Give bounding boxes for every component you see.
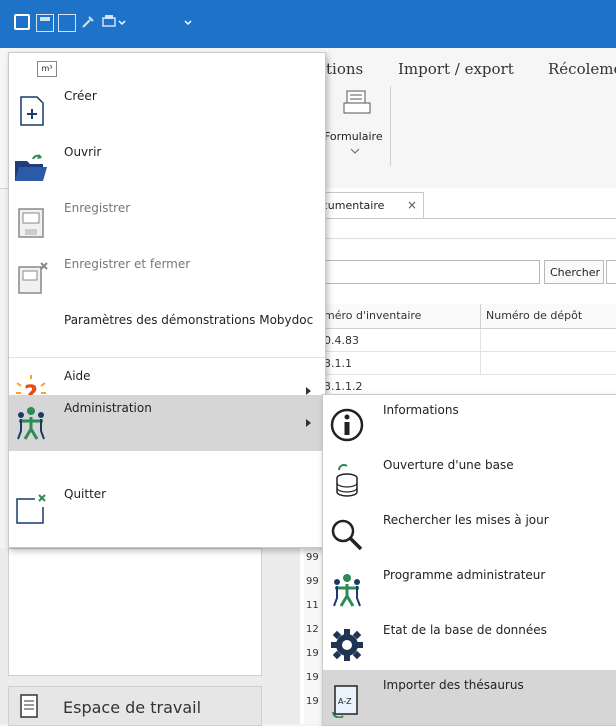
secondary-button[interactable]	[606, 260, 616, 284]
row-stub: 12	[306, 624, 319, 635]
menu-item-parametres[interactable]: Paramètres des démonstrations Mobydoc	[9, 307, 325, 363]
magnifier-icon	[331, 519, 363, 551]
gear-icon	[331, 629, 363, 661]
info-icon	[330, 408, 364, 442]
save-icon	[18, 208, 44, 238]
save-close-icon	[18, 262, 48, 294]
submenu-item-importer-thesaurus[interactable]: A-Z Importer des thésaurus	[323, 670, 616, 725]
search-button-label: Chercher	[550, 266, 601, 279]
row-stub: 19	[306, 648, 319, 659]
save-icon[interactable]	[36, 14, 54, 32]
menu-item-quitter[interactable]: Quitter	[9, 481, 325, 537]
navigation-pane: Espace de travail	[0, 548, 300, 726]
menu-item-enregistrer: Enregistrer	[9, 195, 325, 251]
menu-item-label: Enregistrer	[64, 201, 131, 215]
app-logo-icon[interactable]	[14, 14, 30, 30]
app-logo-icon: m³	[37, 61, 57, 77]
formulaire-label: Formulaire	[324, 130, 383, 143]
row-stub: 11	[306, 600, 319, 611]
menu-item-ouvrir[interactable]: Ouvrir	[9, 139, 325, 195]
workspace-button[interactable]: Espace de travail	[8, 686, 262, 726]
table-cell: 3.1.1.2	[324, 380, 363, 393]
menu-item-label: Paramètres des démonstrations Mobydoc	[64, 313, 314, 327]
submenu-item-etat-base[interactable]: Etat de la base de données	[323, 615, 616, 670]
menu-item-label: Quitter	[64, 487, 107, 501]
title-bar	[0, 0, 616, 48]
customize-toolbar-icon[interactable]	[180, 14, 196, 30]
submenu-item-informations[interactable]: Informations	[323, 395, 616, 450]
table-row[interactable]: 0.4.83	[300, 329, 616, 352]
submenu-item-label: Ouverture d'une base	[383, 458, 514, 472]
menu-item-enregistrer-fermer: Enregistrer et fermer	[9, 251, 325, 307]
toolbar-divider	[300, 238, 616, 239]
ribbon-divider	[390, 86, 391, 166]
menu-item-creer[interactable]: Créer	[9, 83, 325, 139]
tab-divider	[300, 218, 616, 219]
menu-item-label: Administration	[64, 401, 152, 415]
table-cell: 3.1.1	[324, 357, 352, 370]
submenu-item-label: Importer des thésaurus	[383, 678, 524, 692]
menu-item-label: Ouvrir	[64, 145, 102, 159]
menu-item-label: Aide	[64, 369, 91, 383]
print-icon[interactable]	[102, 14, 128, 30]
submenu-item-label: Programme administrateur	[383, 568, 546, 582]
menu-item-label: Créer	[64, 89, 97, 103]
menu-item-label: Enregistrer et fermer	[64, 257, 191, 271]
form-print-icon	[343, 90, 371, 114]
document-tab[interactable]: ocumentaire ×	[310, 192, 424, 219]
svg-text:A-Z: A-Z	[338, 697, 352, 706]
workspace-label: Espace de travail	[63, 698, 202, 717]
table-cell: 0.4.83	[324, 334, 359, 347]
thesaurus-import-icon: A-Z	[332, 685, 358, 718]
admin-people-icon	[17, 407, 45, 440]
submenu-item-ouverture-base[interactable]: Ouverture d'une base	[323, 450, 616, 505]
search-input[interactable]	[300, 260, 540, 284]
save-close-icon[interactable]	[58, 14, 76, 32]
submenu-item-programme-admin[interactable]: Programme administrateur	[323, 560, 616, 615]
row-stub: 99	[306, 576, 319, 587]
row-stub-column: 99 99 11 12 19 19 19	[304, 548, 323, 724]
search-button[interactable]: Chercher	[544, 260, 604, 284]
column-header[interactable]: méro d'inventaire	[324, 309, 421, 322]
row-stub: 19	[306, 672, 319, 683]
menu-separator	[9, 357, 325, 358]
navigation-panel	[8, 548, 262, 676]
database-open-icon	[336, 464, 358, 497]
submenu-arrow-icon	[306, 419, 311, 427]
administration-submenu: Informations Ouverture d'une base Recher…	[322, 394, 616, 726]
new-document-icon	[20, 96, 44, 126]
submenu-item-label: Rechercher les mises à jour	[383, 513, 549, 527]
menu-item-administration[interactable]: Administration	[9, 395, 325, 451]
admin-people-icon	[333, 574, 361, 607]
document-icon	[20, 694, 38, 718]
chevron-down-icon	[350, 148, 360, 154]
table-header: méro d'inventaire Numéro de dépôt	[300, 304, 616, 329]
exit-icon	[16, 494, 46, 524]
tab-options[interactable]: tions	[326, 60, 363, 78]
submenu-item-label: Etat de la base de données	[383, 623, 547, 637]
table-row[interactable]: 3.1.1	[300, 352, 616, 375]
column-header[interactable]: Numéro de dépôt	[486, 309, 582, 322]
formulaire-button[interactable]: Formulaire	[324, 86, 384, 166]
tools-icon[interactable]	[80, 14, 96, 30]
row-stub: 19	[306, 696, 319, 707]
tab-import-export[interactable]: Import / export	[398, 60, 514, 78]
submenu-item-label: Informations	[383, 403, 459, 417]
row-stub: 99	[306, 552, 319, 563]
application-menu: m³ Créer Ouvrir Enregistrer Enregistrer …	[8, 52, 326, 548]
submenu-arrow-icon	[306, 387, 311, 395]
tab-recolement[interactable]: Récoleme	[548, 60, 616, 78]
submenu-item-mises-a-jour[interactable]: Rechercher les mises à jour	[323, 505, 616, 560]
open-folder-icon	[15, 154, 47, 181]
close-tab-icon[interactable]: ×	[407, 198, 417, 212]
